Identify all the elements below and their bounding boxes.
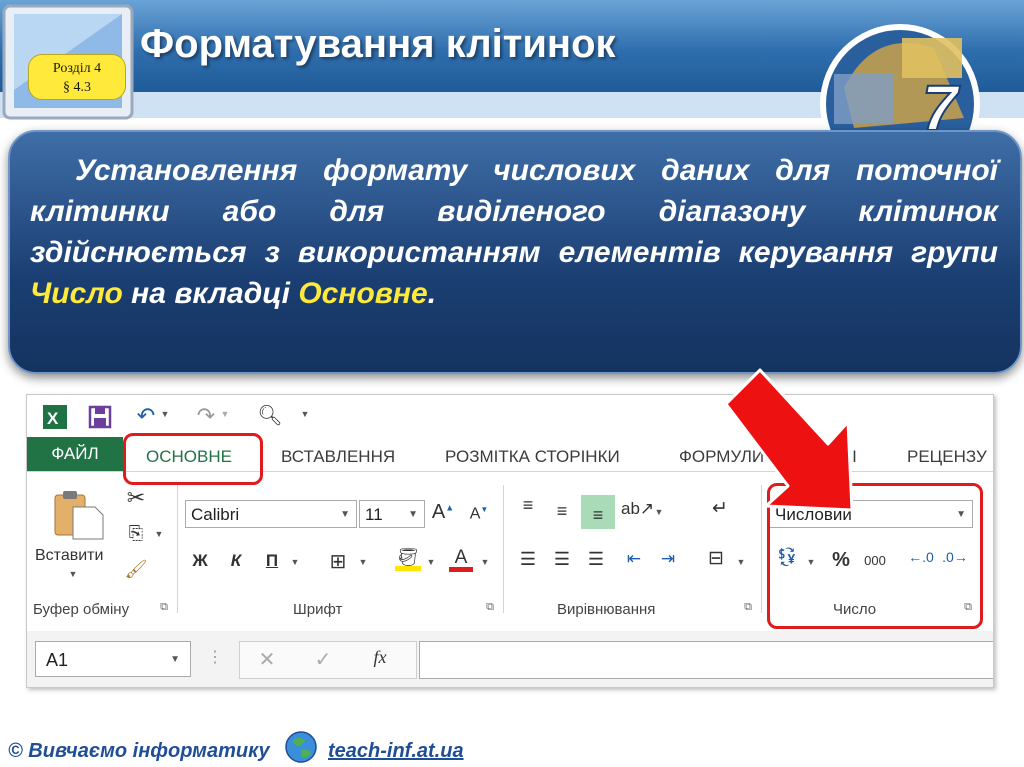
increase-indent-icon[interactable]: ⇥ — [655, 549, 681, 569]
chevron-down-icon[interactable]: ▼ — [340, 501, 350, 529]
undo-icon[interactable]: ↶ — [133, 403, 159, 429]
svg-text:X: X — [47, 409, 59, 428]
print-preview-icon[interactable]: 🔍︎ — [257, 403, 283, 428]
cancel-icon[interactable]: ✕ — [255, 647, 279, 672]
fill-color-icon[interactable]: 🪣︎ — [395, 547, 421, 577]
name-box[interactable]: A1 ▼ — [35, 641, 191, 677]
orientation-icon[interactable]: ab↗ — [621, 499, 654, 519]
merge-dropdown-icon[interactable]: ▼ — [735, 557, 747, 567]
copy-dropdown-icon[interactable]: ▼ — [153, 529, 165, 539]
info-paragraph: Установлення формату числових даних для … — [30, 150, 998, 314]
tab-insert[interactable]: ВСТАВЛЕННЯ — [281, 447, 395, 467]
customize-qat-icon[interactable]: ▼ — [299, 409, 311, 419]
chevron-down-icon[interactable]: ▼ — [170, 642, 180, 678]
font-color-icon[interactable]: A — [449, 547, 473, 577]
name-box-value: A1 — [46, 650, 69, 670]
underline-button[interactable]: П — [259, 551, 285, 571]
insert-function-button[interactable]: fx — [367, 647, 393, 668]
paste-icon[interactable] — [49, 489, 109, 541]
align-middle-icon[interactable]: ≡ — [549, 501, 575, 522]
decrease-indent-icon[interactable]: ⇤ — [621, 549, 647, 569]
paste-button[interactable]: Вставити — [35, 547, 103, 565]
align-right-icon[interactable]: ☰ — [583, 549, 609, 570]
footer-credit: © Вивчаємо інформатику — [8, 740, 270, 762]
info-text-middle: на вкладці — [122, 277, 299, 310]
underline-dropdown-icon[interactable]: ▼ — [289, 557, 301, 567]
grade-number: 7 — [922, 72, 961, 138]
clipboard-group-label: Буфер обміну — [33, 601, 130, 618]
group-divider — [177, 485, 178, 613]
redo-icon[interactable]: ↷ — [193, 403, 219, 429]
copy-icon[interactable]: ⎘ — [123, 523, 149, 544]
align-bottom-icon[interactable]: ≡ — [581, 495, 615, 529]
align-center-icon[interactable]: ☰ — [549, 549, 575, 570]
undo-dropdown-icon[interactable]: ▼ — [159, 409, 171, 419]
grow-font-icon[interactable]: A▲ — [431, 501, 455, 524]
save-icon[interactable] — [87, 403, 113, 431]
format-painter-icon[interactable]: 🖌︎ — [123, 559, 149, 580]
tab-page-layout[interactable]: РОЗМІТКА СТОРІНКИ — [445, 447, 620, 467]
orientation-dropdown-icon[interactable]: ▼ — [653, 507, 665, 517]
formula-input[interactable] — [419, 641, 993, 679]
italic-button[interactable]: К — [223, 551, 249, 571]
info-text-end: . — [427, 277, 437, 310]
merge-center-icon[interactable]: ⊟ — [703, 547, 729, 570]
shrink-font-icon[interactable]: A▼ — [467, 505, 491, 523]
highlight-number-group: Число — [30, 277, 123, 310]
page-title: Форматування клітинок — [140, 22, 616, 66]
fill-dropdown-icon[interactable]: ▼ — [425, 557, 437, 567]
font-launcher-icon[interactable]: ⧉ — [483, 601, 497, 614]
globe-icon — [285, 731, 317, 763]
section-badge: Розділ 4 § 4.3 — [28, 54, 126, 100]
red-arrow-icon — [724, 368, 854, 512]
grade-emblem: 7 — [820, 24, 980, 138]
home-tab-callout — [123, 433, 263, 485]
alignment-launcher-icon[interactable]: ⧉ — [741, 601, 755, 614]
highlight-home-tab: Основне — [298, 277, 428, 310]
font-name-value: Calibri — [191, 505, 240, 524]
footer-website-link[interactable]: teach-inf.at.ua — [328, 740, 464, 763]
bold-button[interactable]: Ж — [187, 551, 213, 571]
align-left-icon[interactable]: ☰ — [515, 549, 541, 570]
tab-review[interactable]: РЕЦЕНЗУ — [907, 447, 987, 467]
font-color-dropdown-icon[interactable]: ▼ — [479, 557, 491, 567]
enter-icon[interactable]: ✓ — [311, 647, 335, 672]
excel-icon[interactable]: X — [41, 403, 69, 431]
font-size-combo[interactable]: 11 ▼ — [359, 500, 425, 528]
font-name-combo[interactable]: Calibri ▼ — [185, 500, 357, 528]
redo-dropdown-icon[interactable]: ▼ — [219, 409, 231, 419]
align-top-icon[interactable]: ≡ — [515, 495, 541, 516]
font-size-value: 11 — [365, 505, 383, 524]
font-group-label: Шрифт — [293, 601, 343, 618]
clipboard-launcher-icon[interactable]: ⧉ — [157, 601, 171, 614]
paste-dropdown-icon[interactable]: ▼ — [67, 569, 79, 579]
chevron-down-icon[interactable]: ▼ — [408, 501, 418, 529]
borders-dropdown-icon[interactable]: ▼ — [357, 557, 369, 567]
info-text-start: Установлення формату числових даних для … — [30, 154, 998, 269]
more-icon: ⋮ — [207, 649, 223, 666]
badge-section: Розділ 4 — [52, 61, 102, 76]
badge-paragraph: § 4.3 — [63, 80, 91, 95]
borders-icon[interactable]: ⊞ — [325, 549, 351, 574]
group-divider — [503, 485, 504, 613]
cut-icon[interactable]: ✂ — [123, 485, 149, 511]
alignment-group-label: Вирівнювання — [557, 601, 656, 618]
tab-file[interactable]: ФАЙЛ — [27, 437, 123, 471]
